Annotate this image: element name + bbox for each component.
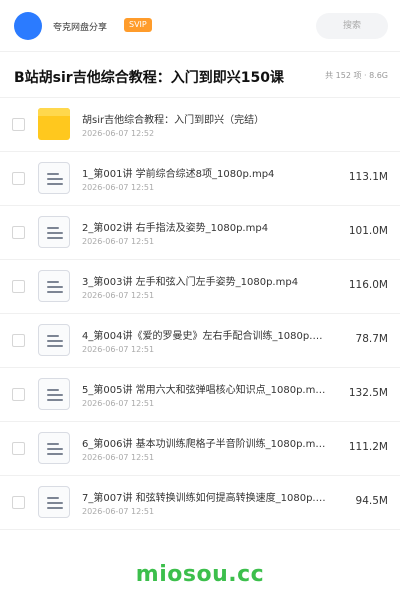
document-icon [38, 324, 70, 356]
document-icon [38, 378, 70, 410]
list-item[interactable]: 4_第004讲《爱的罗曼史》左右手配合训练_1080p.mp4 2026-06-… [0, 314, 400, 368]
item-date: 2026-06-07 12:51 [82, 183, 155, 192]
list-item-folder[interactable]: 胡sir吉他综合教程：入门到即兴（完结） 2026-06-07 12:52 [0, 98, 400, 152]
list-item[interactable]: 3_第003讲 左手和弦入门左手姿势_1080p.mp4 2026-06-07 … [0, 260, 400, 314]
row-checkbox[interactable] [12, 388, 25, 401]
file-list: 胡sir吉他综合教程：入门到即兴（完结） 2026-06-07 12:52 1_… [0, 98, 400, 530]
list-item[interactable]: 5_第005讲 常用六大和弦弹唱核心知识点_1080p.mp4 2026-06-… [0, 368, 400, 422]
item-name: 2_第002讲 右手指法及姿势_1080p.mp4 [82, 223, 269, 234]
item-date: 2026-06-07 12:51 [82, 345, 155, 354]
item-date: 2026-06-07 12:51 [82, 237, 155, 246]
item-date: 2026-06-07 12:51 [82, 453, 155, 462]
item-name: 4_第004讲《爱的罗曼史》左右手配合训练_1080p.mp4 [82, 331, 326, 342]
row-checkbox[interactable] [12, 118, 25, 131]
item-name: 胡sir吉他综合教程：入门到即兴（完结） [82, 115, 265, 126]
row-checkbox[interactable] [12, 496, 25, 509]
item-size: 132.5M [348, 387, 388, 399]
item-size: 94.5M [355, 495, 388, 507]
title-bar: B站胡sir吉他综合教程：入门到即兴150课 共 152 项 · 8.6G [0, 52, 400, 98]
item-count-size: 共 152 项 · 8.6G [325, 71, 388, 80]
row-checkbox[interactable] [12, 334, 25, 347]
page-title: B站胡sir吉他综合教程：入门到即兴150课 [14, 70, 284, 86]
row-checkbox[interactable] [12, 172, 25, 185]
row-checkbox[interactable] [12, 442, 25, 455]
document-icon [38, 162, 70, 194]
brand-name: 夸克网盘分享 [53, 23, 108, 33]
item-size: 101.0M [348, 225, 388, 237]
watermark: miosou.cc [135, 562, 265, 587]
avatar[interactable] [14, 12, 42, 40]
document-icon [38, 432, 70, 464]
item-date: 2026-06-07 12:51 [82, 399, 155, 408]
list-item[interactable]: 2_第002讲 右手指法及姿势_1080p.mp4 2026-06-07 12:… [0, 206, 400, 260]
svip-badge: SVIP [124, 18, 152, 32]
row-checkbox[interactable] [12, 226, 25, 239]
document-icon [38, 270, 70, 302]
list-item[interactable]: 1_第001讲 学前综合综述8项_1080p.mp4 2026-06-07 12… [0, 152, 400, 206]
document-icon [38, 486, 70, 518]
item-date: 2026-06-07 12:52 [82, 129, 155, 138]
item-name: 7_第007讲 和弦转换训练如何提高转换速度_1080p.mp4 [82, 493, 326, 504]
search-input[interactable]: 搜索 [316, 13, 388, 39]
item-name: 5_第005讲 常用六大和弦弹唱核心知识点_1080p.mp4 [82, 385, 326, 396]
item-name: 6_第006讲 基本功训练爬格子半音阶训练_1080p.mp4 [82, 439, 326, 450]
item-size: 116.0M [348, 279, 388, 291]
item-size: 113.1M [348, 171, 388, 183]
list-item[interactable]: 6_第006讲 基本功训练爬格子半音阶训练_1080p.mp4 2026-06-… [0, 422, 400, 476]
item-date: 2026-06-07 12:51 [82, 507, 155, 516]
item-name: 1_第001讲 学前综合综述8项_1080p.mp4 [82, 169, 275, 180]
list-item[interactable]: 7_第007讲 和弦转换训练如何提高转换速度_1080p.mp4 2026-06… [0, 476, 400, 530]
item-date: 2026-06-07 12:51 [82, 291, 155, 300]
row-checkbox[interactable] [12, 280, 25, 293]
item-size: 111.2M [348, 441, 388, 453]
item-size: 78.7M [355, 333, 388, 345]
folder-icon [38, 108, 70, 140]
item-name: 3_第003讲 左手和弦入门左手姿势_1080p.mp4 [82, 277, 299, 288]
document-icon [38, 216, 70, 248]
app-header: 夸克网盘分享 SVIP 搜索 [0, 0, 400, 52]
